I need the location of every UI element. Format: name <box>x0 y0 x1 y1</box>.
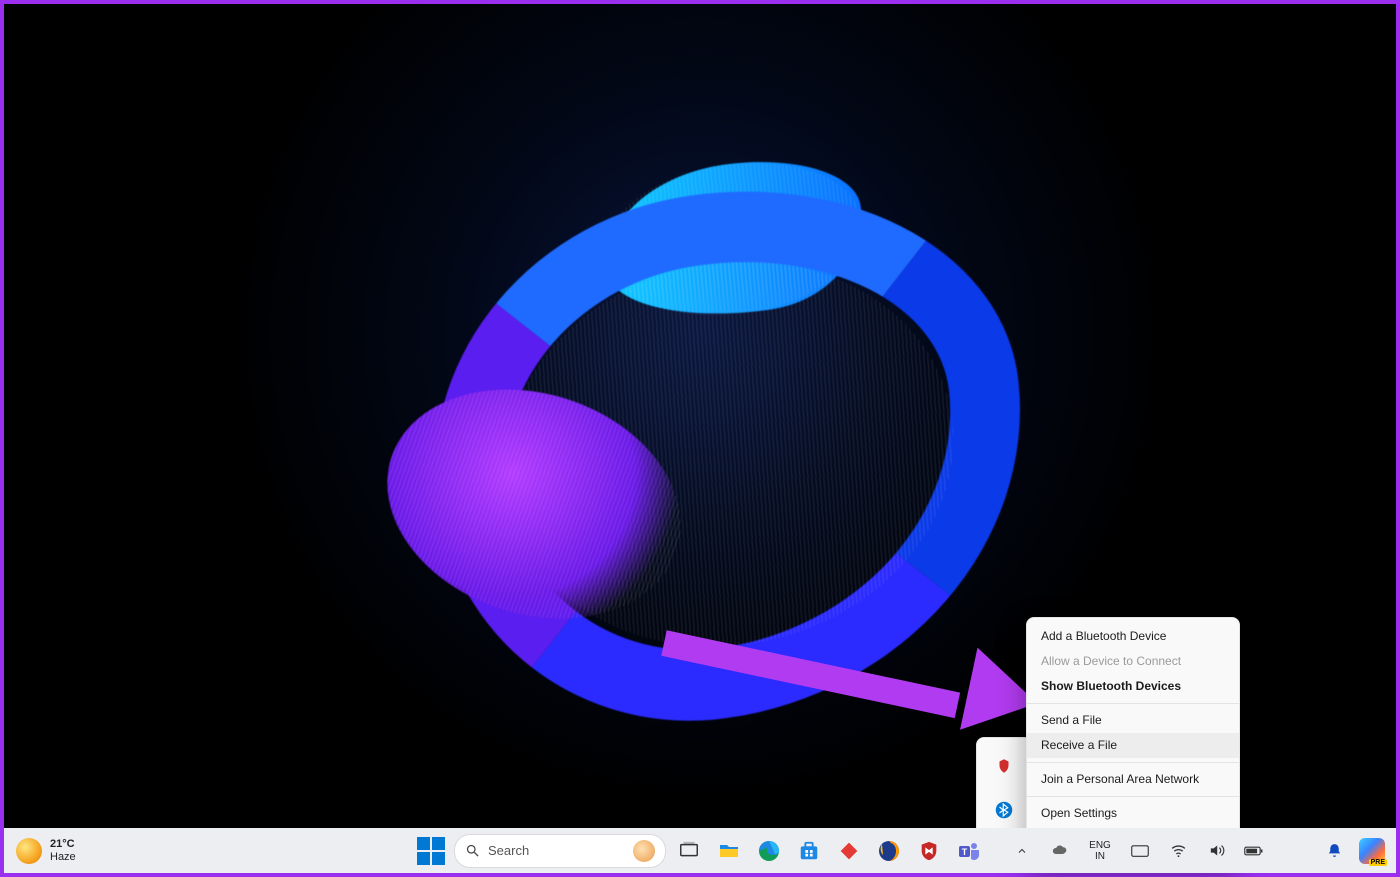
weather-icon <box>16 838 42 864</box>
tray-overflow-popup[interactable] <box>976 737 1032 839</box>
onedrive-tray-button[interactable] <box>1042 834 1078 868</box>
copilot-icon <box>1359 838 1385 864</box>
speaker-icon <box>1208 842 1225 859</box>
weather-temp: 21°C <box>50 838 76 851</box>
notification-button[interactable] <box>1316 834 1352 868</box>
wallpaper-art <box>344 134 974 634</box>
weather-widget[interactable]: 21°C Haze <box>4 828 88 873</box>
file-explorer-icon <box>717 839 741 863</box>
ctx-open-settings[interactable]: Open Settings <box>1027 801 1239 826</box>
desktop[interactable]: Add a Bluetooth Device Allow a Device to… <box>4 4 1396 828</box>
ctx-separator <box>1027 796 1239 797</box>
firefox-icon <box>877 839 901 863</box>
edge-button[interactable] <box>752 834 786 868</box>
taskbar-right: ENG IN <box>1004 828 1390 873</box>
store-icon <box>798 840 820 862</box>
file-explorer-button[interactable] <box>712 834 746 868</box>
ctx-add-device[interactable]: Add a Bluetooth Device <box>1027 624 1239 649</box>
language-button[interactable]: ENG IN <box>1080 834 1120 868</box>
bell-icon <box>1326 842 1343 859</box>
battery-button[interactable] <box>1236 834 1272 868</box>
copilot-button[interactable] <box>1354 834 1390 868</box>
edge-icon <box>757 839 781 863</box>
speaker-button[interactable] <box>1198 834 1234 868</box>
weather-condition: Haze <box>50 851 76 864</box>
ctx-separator <box>1027 762 1239 763</box>
microsoft-store-button[interactable] <box>792 834 826 868</box>
ctx-send-file[interactable]: Send a File <box>1027 708 1239 733</box>
ctx-receive-file[interactable]: Receive a File <box>1027 733 1239 758</box>
bluetooth-icon[interactable] <box>992 798 1016 822</box>
search-box[interactable]: Search <box>454 834 666 868</box>
keyboard-icon <box>1131 844 1149 858</box>
svg-text:T: T <box>962 847 968 857</box>
search-highlight-icon <box>633 840 655 862</box>
diamond-icon <box>839 841 859 861</box>
search-icon <box>465 843 480 858</box>
language-top: ENG <box>1089 840 1111 851</box>
ctx-join-pan[interactable]: Join a Personal Area Network <box>1027 767 1239 792</box>
ctx-show-devices[interactable]: Show Bluetooth Devices <box>1027 674 1239 699</box>
language-bottom: IN <box>1095 851 1105 862</box>
taskbar[interactable]: 21°C Haze Search <box>4 828 1396 873</box>
firefox-button[interactable] <box>872 834 906 868</box>
clock-button[interactable] <box>1274 834 1314 868</box>
wifi-button[interactable] <box>1160 834 1196 868</box>
mcafee-icon <box>918 840 940 862</box>
chevron-up-icon <box>1016 845 1028 857</box>
taskbar-center: Search T <box>414 828 986 873</box>
input-indicator-button[interactable] <box>1122 834 1158 868</box>
windows-icon <box>417 837 445 865</box>
onedrive-icon <box>1051 842 1069 860</box>
pinned-app-button[interactable] <box>832 834 866 868</box>
task-view-icon <box>678 840 700 862</box>
annotation-arrow <box>664 592 1034 732</box>
mcafee-update-icon[interactable] <box>992 754 1016 778</box>
mcafee-button[interactable] <box>912 834 946 868</box>
teams-button[interactable]: T <box>952 834 986 868</box>
task-view-button[interactable] <box>672 834 706 868</box>
teams-icon: T <box>957 839 981 863</box>
ctx-allow-connect: Allow a Device to Connect <box>1027 649 1239 674</box>
battery-icon <box>1244 844 1264 858</box>
wifi-icon <box>1170 842 1187 859</box>
search-placeholder: Search <box>488 843 529 858</box>
tray-chevron-button[interactable] <box>1004 834 1040 868</box>
start-button[interactable] <box>414 834 448 868</box>
ctx-separator <box>1027 703 1239 704</box>
